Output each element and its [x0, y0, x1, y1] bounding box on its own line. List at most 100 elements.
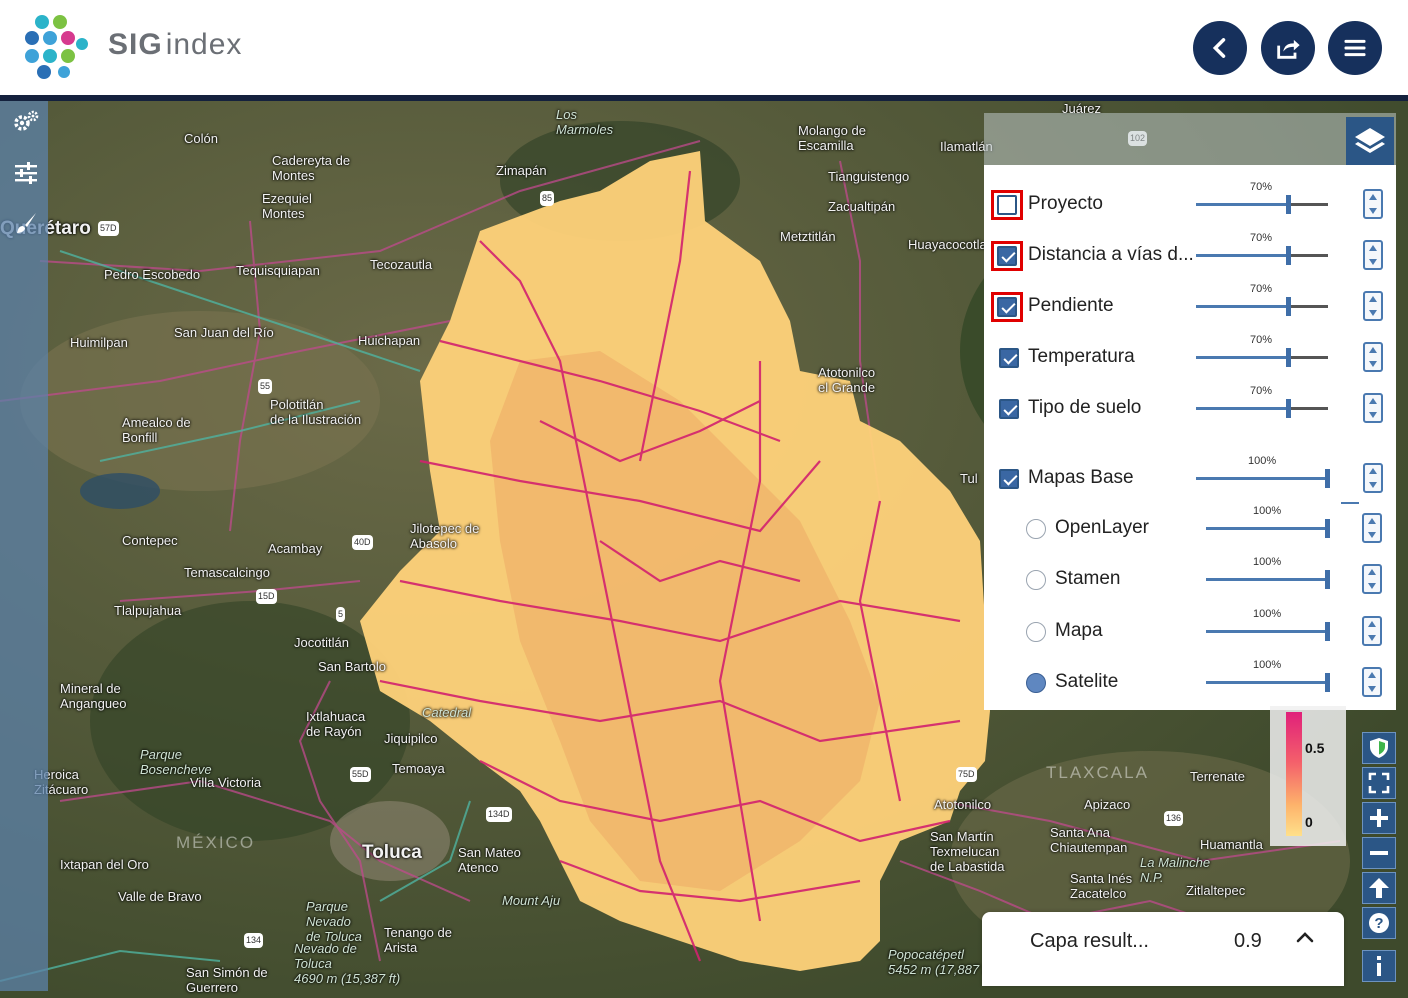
legend-label-high: 0.5 — [1305, 740, 1325, 756]
route-shield: 75D — [956, 767, 977, 782]
place-label: Tlalpujahua — [114, 603, 182, 618]
slider-thumb[interactable] — [1286, 297, 1291, 316]
basemap-radio-openlayer[interactable] — [1026, 519, 1046, 539]
basemap-label: Stamen — [1055, 568, 1121, 589]
legend-gradient — [1286, 712, 1302, 836]
reorder-stepper[interactable] — [1363, 393, 1383, 423]
slider-thumb[interactable] — [1286, 348, 1291, 367]
slider-track — [1288, 356, 1328, 359]
opacity-slider[interactable] — [1206, 673, 1330, 692]
opacity-slider[interactable] — [1196, 348, 1328, 367]
layer-row-proyecto: Proyecto 70% — [984, 181, 1396, 225]
place-label: Colón — [184, 131, 218, 146]
place-label: Ixtapan del Oro — [60, 857, 149, 872]
state-label: TLAXCALA — [1046, 763, 1149, 782]
layer-checkbox-tipo-de-suelo[interactable] — [999, 399, 1019, 419]
layer-checkbox-mapas-base[interactable] — [999, 469, 1019, 489]
park-label: Los Marmoles — [556, 107, 614, 137]
place-label: San Martín Texmelucan de Labastida — [930, 829, 1005, 874]
layer-checkbox-proyecto[interactable] — [997, 195, 1017, 215]
place-label: Huamantla — [1200, 837, 1263, 852]
back-button[interactable] — [1193, 21, 1247, 75]
opacity-slider[interactable] — [1196, 246, 1328, 265]
zoom-out-button[interactable] — [1362, 837, 1396, 869]
place-label: Jiquipilco — [384, 731, 438, 746]
slider-thumb[interactable] — [1286, 246, 1291, 265]
result-layer-label: Capa result... — [1030, 930, 1149, 952]
place-label: Huimilpan — [70, 335, 128, 350]
basemap-row-satelite: Satelite 100% — [984, 659, 1396, 703]
place-label: Zimapán — [496, 163, 547, 178]
reorder-stepper[interactable] — [1363, 240, 1383, 270]
fullscreen-button[interactable] — [1362, 767, 1396, 799]
north-button[interactable] — [1362, 872, 1396, 904]
place-label: Pedro Escobedo — [104, 267, 201, 282]
place-label: Molango de Escamilla — [798, 123, 866, 153]
slider-thumb[interactable] — [1325, 570, 1330, 589]
reorder-stepper[interactable] — [1362, 564, 1382, 594]
reorder-stepper[interactable] — [1362, 667, 1382, 697]
zoom-in-button[interactable] — [1362, 802, 1396, 834]
settings-gears-button[interactable] — [12, 107, 40, 135]
route-shield: 15D — [256, 589, 277, 604]
place-label: Tul — [960, 471, 978, 486]
place-label: Jocotitlán — [294, 635, 349, 650]
slider-thumb[interactable] — [1325, 622, 1330, 641]
layer-checkbox-temperatura[interactable] — [999, 348, 1019, 368]
place-label: Apizaco — [1084, 797, 1131, 812]
basemap-radio-satelite[interactable] — [1026, 673, 1046, 693]
shield-button[interactable] — [1362, 732, 1396, 764]
share-button[interactable] — [1261, 21, 1315, 75]
svg-text:?: ? — [1374, 915, 1383, 932]
reorder-stepper[interactable] — [1362, 616, 1382, 646]
reorder-stepper[interactable] — [1363, 342, 1383, 372]
route-shield: 57D — [98, 221, 119, 236]
place-label: Atotonilco — [934, 797, 992, 812]
place-label: San Juan del Río — [174, 325, 274, 340]
layers-toggle-button[interactable] — [1346, 117, 1394, 167]
menu-button[interactable] — [1328, 21, 1382, 75]
opacity-slider[interactable] — [1196, 469, 1330, 488]
basemap-row-mapa: Mapa 100% — [984, 608, 1396, 652]
opacity-slider[interactable] — [1196, 297, 1328, 316]
basemap-radio-mapa[interactable] — [1026, 622, 1046, 642]
result-panel[interactable]: Capa result... 0.9 — [982, 912, 1344, 986]
slider-thumb[interactable] — [1286, 399, 1291, 418]
route-shield: 55 — [258, 379, 273, 394]
place-label: Temoaya — [392, 761, 445, 776]
route-shield: 136 — [1164, 811, 1184, 826]
slider-thumb[interactable] — [1325, 519, 1330, 538]
slider-thumb[interactable] — [1325, 469, 1330, 488]
layer-checkbox-pendiente[interactable] — [997, 297, 1017, 317]
reorder-stepper[interactable] — [1363, 463, 1383, 493]
filters-button[interactable] — [12, 159, 40, 187]
reorder-stepper[interactable] — [1362, 513, 1382, 543]
basemap-radio-stamen[interactable] — [1026, 570, 1046, 590]
place-label: Temascalcingo — [184, 565, 270, 580]
chevron-up-icon[interactable] — [1294, 926, 1316, 948]
info-button[interactable] — [1362, 950, 1396, 982]
reorder-stepper[interactable] — [1363, 291, 1383, 321]
opacity-slider[interactable] — [1206, 622, 1330, 641]
reorder-stepper[interactable] — [1363, 189, 1383, 219]
opacity-slider[interactable] — [1196, 195, 1328, 214]
opacity-slider[interactable] — [1206, 570, 1330, 589]
opacity-slider[interactable] — [1206, 519, 1330, 538]
slider-fill — [1196, 407, 1288, 410]
layer-label: Proyecto — [1028, 193, 1103, 214]
opacity-slider[interactable] — [1196, 399, 1328, 418]
slider-thumb[interactable] — [1286, 195, 1291, 214]
slider-track — [1288, 254, 1328, 257]
opacity-value: 100% — [1253, 608, 1282, 620]
layer-checkbox-distancia[interactable] — [997, 246, 1017, 266]
hamburger-icon — [1344, 39, 1366, 57]
draw-button[interactable] — [12, 209, 40, 237]
collapse-dash[interactable] — [1341, 502, 1359, 504]
place-label: Amealco de Bonfill — [122, 415, 191, 445]
sigindex-logo — [25, 15, 88, 79]
layer-label: Distancia a vías d... — [1028, 244, 1194, 265]
route-shield: 40D — [352, 535, 373, 550]
slider-thumb[interactable] — [1325, 673, 1330, 692]
help-button[interactable]: ? — [1362, 907, 1396, 939]
slider-fill — [1196, 477, 1328, 480]
